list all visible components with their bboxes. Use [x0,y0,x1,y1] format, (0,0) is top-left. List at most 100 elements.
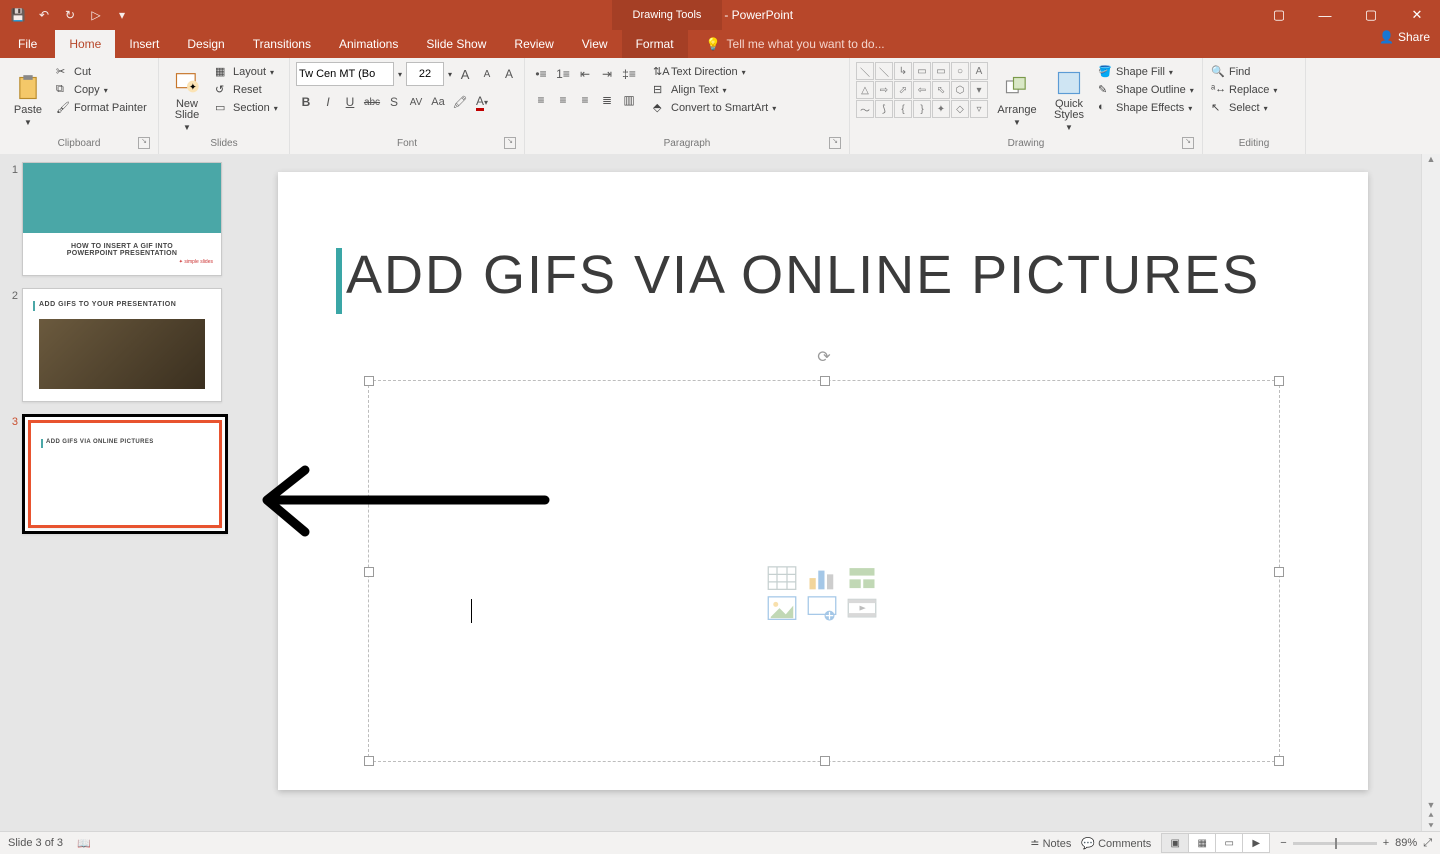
zoom-in-button[interactable]: + [1383,837,1389,849]
shape-star-icon[interactable]: ✦ [932,100,950,118]
insert-smartart-icon[interactable] [847,566,877,590]
underline-button[interactable]: U [340,92,360,112]
shape-fill-button[interactable]: 🪣Shape Fill▾ [1096,64,1196,80]
slide-thumbnail-pane[interactable]: 1 HOW TO INSERT A GIF INTO POWERPOINT PR… [0,154,248,832]
thumbnail-2[interactable]: 2 ADD GIFS TO YOUR PRESENTATION [4,288,240,402]
paste-button[interactable]: Paste▼ [6,62,50,138]
resize-handle[interactable] [364,376,374,386]
maximize-button[interactable]: ▢ [1348,0,1394,30]
quick-styles-button[interactable]: Quick Styles▼ [1046,62,1092,138]
section-button[interactable]: ▭Section▾ [213,100,280,116]
normal-view-button[interactable]: ▣ [1161,833,1189,853]
shape-connector-icon[interactable]: ↳ [894,62,912,80]
minimize-button[interactable]: — [1302,0,1348,30]
dialog-launcher-icon[interactable]: ↘ [504,137,516,149]
zoom-slider[interactable] [1293,842,1377,845]
reset-button[interactable]: ↺Reset [213,82,280,98]
shape-brace-icon[interactable]: } [913,100,931,118]
strikethrough-button[interactable]: abc [362,92,382,112]
align-center-button[interactable]: ≡ [553,90,573,110]
shape-curve-icon[interactable]: ⟆ [875,100,893,118]
font-size-input[interactable] [406,62,444,86]
clear-formatting-button[interactable]: A [500,64,518,84]
insert-online-pictures-icon[interactable] [807,596,837,620]
replace-button[interactable]: ᵃ↔Replace▾ [1209,82,1279,98]
prev-slide-icon[interactable]: ⯅ [1427,810,1434,821]
shape-rect-icon[interactable]: ▭ [932,62,950,80]
zoom-out-button[interactable]: − [1280,837,1286,849]
select-button[interactable]: ↖Select▾ [1209,100,1279,116]
spellcheck-icon[interactable]: 📖 [77,837,91,850]
bullets-button[interactable]: •≡ [531,64,551,84]
copy-button[interactable]: ⧉Copy▾ [54,82,149,98]
align-text-button[interactable]: ⊟Align Text▾ [651,82,778,98]
content-placeholder[interactable]: ⟳ [368,380,1280,762]
numbering-button[interactable]: 1≡ [553,64,573,84]
scroll-down-icon[interactable]: ▼ [1427,800,1436,810]
find-button[interactable]: 🔍Find [1209,64,1279,80]
new-slide-button[interactable]: ✦ New Slide▼ [165,62,209,138]
shape-textbox-icon[interactable]: A [970,62,988,80]
vertical-scrollbar[interactable]: ▲ ▼ ⯅ ⯆ [1421,154,1440,832]
notes-button[interactable]: ≐ Notes [1030,837,1071,850]
rotate-handle-icon[interactable]: ⟳ [817,347,830,367]
cut-button[interactable]: ✂Cut [54,64,149,80]
redo-icon[interactable]: ↻ [60,5,80,25]
shape-callout-icon[interactable]: ◇ [951,100,969,118]
font-name-input[interactable] [296,62,394,86]
increase-indent-button[interactable]: ⇥ [597,64,617,84]
font-color-button[interactable]: A▾ [472,92,492,112]
shape-hex-icon[interactable]: ⬡ [951,81,969,99]
resize-handle[interactable] [1274,376,1284,386]
slide-title-text[interactable]: ADD GIFS VIA ONLINE PICTURES [346,244,1260,306]
format-painter-button[interactable]: 🖌Format Painter [54,100,149,116]
shape-curve-icon[interactable]: ～ [856,100,874,118]
char-spacing-button[interactable]: AV [406,92,426,112]
dialog-launcher-icon[interactable]: ↘ [138,137,150,149]
shape-outline-button[interactable]: ✎Shape Outline▾ [1096,82,1196,98]
shape-oval-icon[interactable]: ○ [951,62,969,80]
thumbnail-3-selected[interactable]: 3 ADD GIFS VIA ONLINE PICTURES [4,414,240,534]
sorter-view-button[interactable]: ▦ [1189,833,1216,853]
text-shadow-button[interactable]: S [384,92,404,112]
bold-button[interactable]: B [296,92,316,112]
shape-more-icon[interactable]: ▿ [970,100,988,118]
dialog-launcher-icon[interactable]: ↘ [829,137,841,149]
close-button[interactable]: ✕ [1394,0,1440,30]
convert-smartart-button[interactable]: ⬘Convert to SmartArt▾ [651,100,778,116]
shape-line-icon[interactable]: ＼ [856,62,874,80]
insert-video-icon[interactable] [847,596,877,620]
align-right-button[interactable]: ≡ [575,90,595,110]
grow-font-button[interactable]: A [456,64,474,84]
share-button[interactable]: 👤 Share [1379,30,1430,44]
layout-button[interactable]: ▦Layout▾ [213,64,280,80]
tab-home[interactable]: Home [55,30,115,58]
shape-arrow-icon[interactable]: ⇨ [875,81,893,99]
tab-review[interactable]: Review [500,30,567,58]
justify-button[interactable]: ≣ [597,90,617,110]
start-from-beginning-icon[interactable]: ▷ [86,5,106,25]
shape-arrow-icon[interactable]: ⬁ [932,81,950,99]
slide-canvas[interactable]: ADD GIFS VIA ONLINE PICTURES ⟳ [278,172,1368,790]
resize-handle[interactable] [1274,756,1284,766]
shape-triangle-icon[interactable]: △ [856,81,874,99]
shapes-gallery[interactable]: ＼＼↳▭▭○A △⇨⬀⇦⬁⬡▾ ～⟆{}✦◇▿ [856,62,988,138]
columns-button[interactable]: ▥ [619,90,639,110]
shape-rect-icon[interactable]: ▭ [913,62,931,80]
slideshow-view-button[interactable]: ▶ [1243,833,1270,853]
comments-button[interactable]: 💬 Comments [1081,837,1151,850]
resize-handle[interactable] [364,567,374,577]
shrink-font-button[interactable]: A [478,64,496,84]
resize-handle[interactable] [820,376,830,386]
thumb-preview[interactable]: HOW TO INSERT A GIF INTO POWERPOINT PRES… [22,162,222,276]
tab-transitions[interactable]: Transitions [239,30,325,58]
tab-insert[interactable]: Insert [115,30,173,58]
shape-arrow-icon[interactable]: ⇦ [913,81,931,99]
tab-format[interactable]: Format [622,30,688,58]
tab-design[interactable]: Design [173,30,238,58]
insert-table-icon[interactable] [767,566,797,590]
slide-editor[interactable]: ADD GIFS VIA ONLINE PICTURES ⟳ [248,154,1440,832]
tab-animations[interactable]: Animations [325,30,412,58]
arrange-button[interactable]: Arrange▼ [992,62,1042,138]
qat-more-icon[interactable]: ▾ [112,5,132,25]
